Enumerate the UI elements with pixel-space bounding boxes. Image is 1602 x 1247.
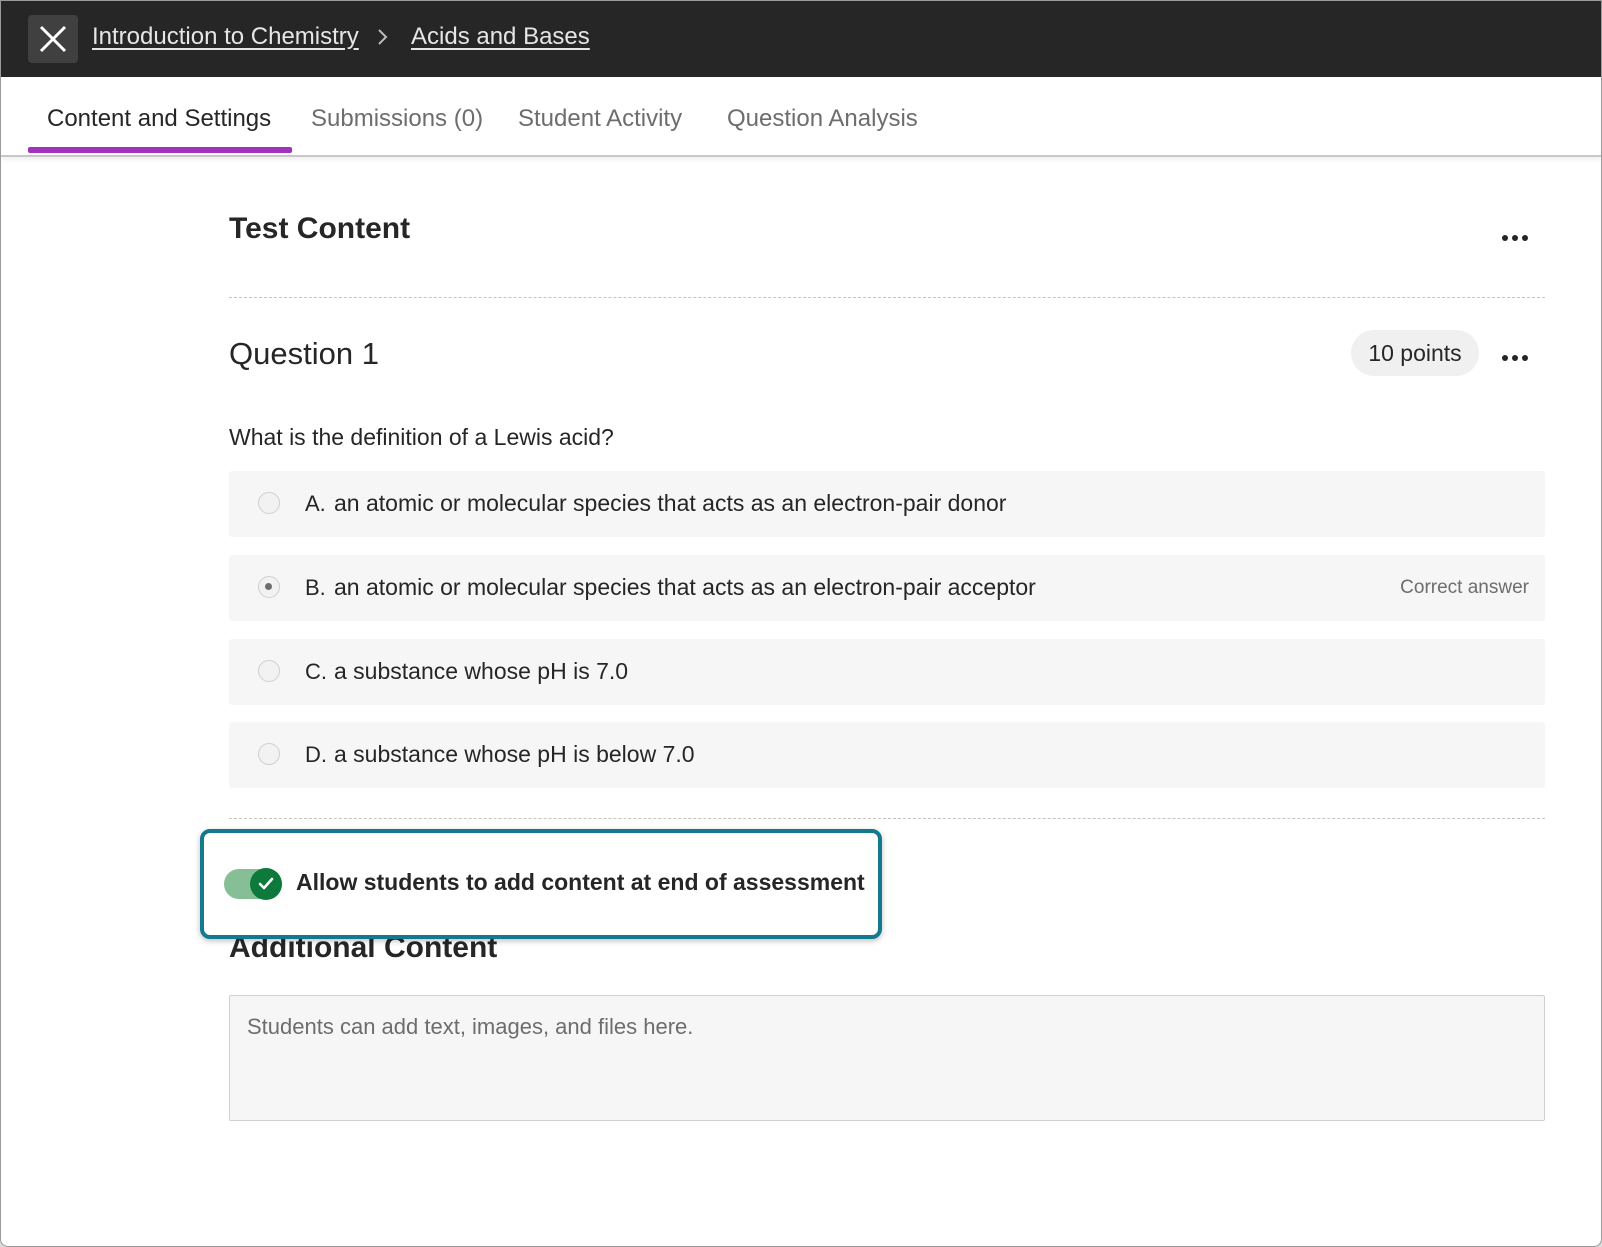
toggle-label: Allow students to add content at end of …	[296, 869, 865, 895]
question-more-button[interactable]	[1495, 343, 1535, 373]
option-text: an atomic or molecular species that acts…	[334, 574, 1036, 600]
answer-option-c: C. a substance whose pH is 7.0	[229, 639, 1545, 705]
divider	[229, 818, 1545, 819]
option-text: a substance whose pH is 7.0	[334, 658, 629, 684]
test-content-title: Test Content	[229, 212, 411, 245]
allow-additional-content-toggle[interactable]	[224, 868, 282, 900]
allow-additional-content-setting: Allow students to add content at end of …	[200, 829, 882, 939]
breadcrumb-item[interactable]: Acids and Bases	[411, 23, 590, 51]
option-letter: C.	[305, 659, 327, 684]
option-letter: D.	[305, 742, 327, 767]
answer-option-a: A. an atomic or molecular species that a…	[229, 471, 1545, 537]
correct-answer-label: Correct answer	[1400, 577, 1529, 598]
radio-button	[258, 492, 280, 514]
option-text: a substance whose pH is below 7.0	[334, 741, 695, 767]
tab-content-and-settings[interactable]: Content and Settings	[47, 105, 271, 133]
app-window: Introduction to Chemistry Acids and Base…	[0, 0, 1602, 1247]
test-content-more-button[interactable]	[1495, 223, 1535, 253]
answer-option-d: D. a substance whose pH is below 7.0	[229, 722, 1545, 788]
close-button[interactable]	[28, 15, 78, 63]
top-bar: Introduction to Chemistry Acids and Base…	[1, 1, 1601, 77]
tab-bar: Content and Settings Submissions (0) Stu…	[1, 79, 1601, 157]
divider	[229, 297, 1545, 298]
tab-submissions[interactable]: Submissions (0)	[311, 105, 483, 133]
answer-option-b: B. an atomic or molecular species that a…	[229, 555, 1545, 621]
question-title: Question 1	[229, 336, 379, 371]
additional-content-field[interactable]: Students can add text, images, and files…	[229, 995, 1545, 1121]
points-badge: 10 points	[1351, 330, 1479, 376]
option-text: an atomic or molecular species that acts…	[334, 490, 1007, 516]
option-letter: A.	[305, 491, 326, 516]
radio-button	[258, 743, 280, 765]
question-text: What is the definition of a Lewis acid?	[229, 424, 614, 450]
chevron-right-icon	[378, 29, 388, 45]
close-icon	[39, 25, 67, 53]
radio-button-selected	[258, 576, 280, 598]
additional-content-placeholder: Students can add text, images, and files…	[247, 1014, 694, 1039]
tab-student-activity[interactable]: Student Activity	[518, 105, 682, 133]
tab-question-analysis[interactable]: Question Analysis	[727, 105, 918, 133]
toggle-knob	[250, 868, 282, 900]
checkmark-icon	[258, 877, 274, 890]
breadcrumb-course[interactable]: Introduction to Chemistry	[92, 23, 359, 51]
radio-button	[258, 660, 280, 682]
active-tab-indicator	[28, 147, 292, 153]
option-letter: B.	[305, 575, 326, 600]
